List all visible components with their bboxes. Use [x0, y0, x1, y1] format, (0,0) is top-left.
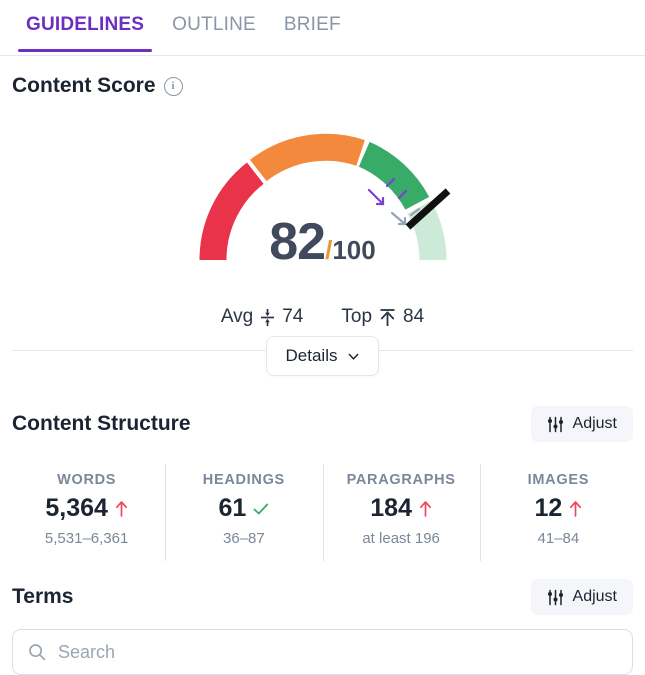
stat-words: WORDS 5,364 5,531–6,361 — [8, 468, 165, 557]
stat-images-label: IMAGES — [527, 472, 590, 488]
content-structure-title: Content Structure — [12, 412, 191, 435]
content-structure-adjust-button[interactable]: Adjust — [530, 406, 633, 442]
arrow-up-icon — [115, 501, 127, 517]
sliders-icon — [547, 589, 563, 605]
details-button[interactable]: Details — [265, 336, 380, 376]
content-score-header: Content Score i — [0, 74, 645, 98]
tab-outline-label: OUTLINE — [172, 14, 256, 35]
stat-images-range: 41–84 — [537, 530, 580, 547]
stat-headings-value: 61 — [218, 494, 247, 522]
stat-headings-label: HEADINGS — [202, 472, 285, 488]
sliders-icon — [547, 416, 563, 432]
tab-brief-label: BRIEF — [283, 14, 341, 35]
tab-brief[interactable]: BRIEF — [270, 0, 355, 52]
arrow-up-icon — [419, 501, 432, 517]
content-score-title-group: Content Score i — [12, 74, 183, 98]
tab-bar: GUIDELINES OUTLINE BRIEF — [0, 0, 645, 56]
score-readout: 82/100 — [0, 216, 645, 268]
benchmark-row: Avg 74 Top 84 — [0, 306, 645, 328]
stat-words-range: 5,531–6,361 — [44, 530, 129, 547]
score-value: 82 — [269, 213, 326, 271]
score-max: 100 — [332, 235, 376, 265]
benchmark-top: Top 84 — [341, 306, 424, 328]
benchmark-avg: Avg 74 — [221, 306, 304, 328]
benchmark-top-value: 84 — [403, 306, 425, 327]
search-icon — [29, 644, 46, 661]
chevron-down-icon — [349, 353, 359, 360]
benchmark-top-label: Top — [341, 306, 373, 327]
terms-search-box[interactable] — [12, 629, 633, 675]
gauge-segment-fair — [249, 133, 365, 182]
stat-headings-range: 36–87 — [223, 530, 265, 547]
content-score-title: Content Score — [12, 74, 156, 97]
stat-headings-value-row: 61 — [167, 494, 320, 523]
stat-words-value-row: 5,364 — [10, 494, 163, 523]
content-structure-adjust-label: Adjust — [572, 415, 617, 432]
stat-paragraphs-label: PARAGRAPHS — [346, 472, 456, 488]
details-button-label: Details — [285, 346, 338, 365]
avg-arrows-icon — [261, 308, 275, 326]
info-icon[interactable]: i — [163, 76, 183, 96]
gauge-segment-good — [357, 141, 429, 211]
tab-outline[interactable]: OUTLINE — [158, 0, 270, 52]
stat-words-value: 5,364 — [45, 494, 108, 522]
stat-paragraphs-value-row: 184 — [325, 494, 478, 523]
terms-title: Terms — [12, 585, 74, 608]
stat-words-label: WORDS — [57, 472, 117, 488]
top-arrow-icon — [380, 308, 395, 326]
benchmark-avg-value: 74 — [282, 306, 304, 327]
stat-paragraphs: PARAGRAPHS 184 at least 196 — [322, 464, 480, 561]
stat-headings: HEADINGS 61 36–87 — [165, 464, 322, 561]
content-structure-header: Content Structure Adjust — [0, 406, 645, 442]
terms-adjust-button[interactable]: Adjust — [530, 579, 633, 615]
terms-header: Terms Adjust — [0, 579, 645, 615]
benchmark-avg-label: Avg — [220, 306, 254, 327]
stat-paragraphs-value: 184 — [370, 494, 412, 522]
arrow-up-icon — [570, 501, 582, 517]
check-icon — [253, 503, 269, 514]
content-score-gauge: 82/100 — [0, 112, 645, 304]
tab-guidelines[interactable]: GUIDELINES — [12, 0, 158, 52]
stat-images: IMAGES 12 41–84 — [479, 464, 637, 561]
content-structure-stats: WORDS 5,364 5,531–6,361 HEADINGS 61 36–8… — [0, 464, 645, 561]
terms-adjust-label: Adjust — [572, 588, 617, 605]
terms-search-input[interactable] — [56, 640, 617, 664]
tab-guidelines-label: GUIDELINES — [26, 14, 145, 35]
stat-paragraphs-range: at least 196 — [362, 530, 440, 547]
details-divider-row: Details — [0, 336, 645, 392]
stat-images-value-row: 12 — [482, 494, 635, 523]
stat-images-value: 12 — [534, 494, 563, 522]
